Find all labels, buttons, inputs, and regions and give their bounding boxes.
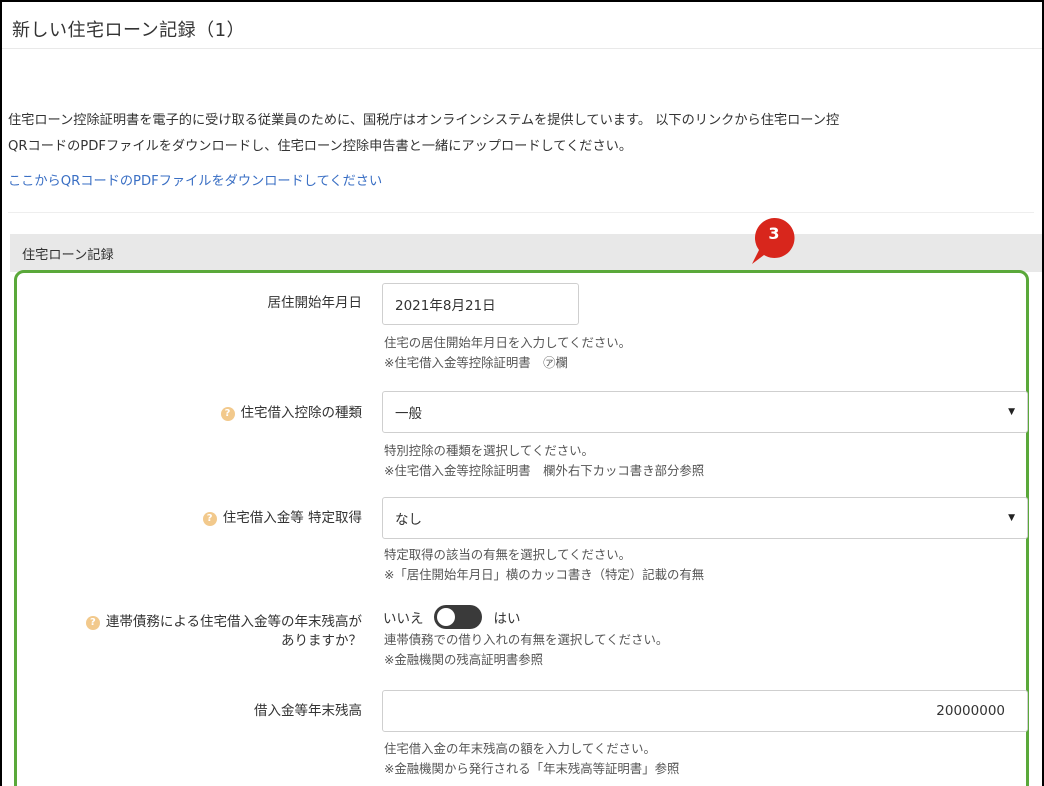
deduction-type-label: ? 住宅借入控除の種類: [220, 404, 363, 423]
move-in-date-help: 住宅の居住開始年月日を入力してください。 ※住宅借入金等控除証明書 ㋐欄: [384, 333, 631, 373]
intro-line-2: QRコードのPDFファイルをダウンロードし、住宅ローン控除申告書と一緒にアップロ…: [8, 139, 633, 154]
move-in-date-input[interactable]: 2021年8月21日: [382, 283, 579, 325]
toggle-option-yes: はい: [493, 611, 521, 627]
deduction-type-help-1: 特別控除の種類を選択してください。: [384, 443, 594, 458]
joint-debt-label-text-1: 連帯債務による住宅借入金等の年末残高が: [105, 614, 362, 630]
intro-line-1: 住宅ローン控除証明書を電子的に受け取る従業員のために、国税庁はオンラインシステム…: [8, 113, 840, 128]
caret-down-icon: ▼: [1008, 513, 1015, 523]
intro-text: 住宅ローン控除証明書を電子的に受け取る従業員のために、国税庁はオンラインシステム…: [8, 108, 1042, 160]
section-header: [10, 234, 1042, 272]
joint-debt-label-line-1: ? 連帯債務による住宅借入金等の年末残高が: [85, 613, 362, 632]
joint-debt-label-line-2: ありますか？: [281, 633, 362, 649]
question-circle-icon[interactable]: ?: [202, 512, 217, 526]
specific-acquisition-select[interactable]: なし ▼: [382, 497, 1028, 539]
intro-divider: [8, 212, 1034, 213]
specific-acquisition-help: 特定取得の該当の有無を選択してください。 ※「居住開始年月日」横のカッコ書き（特…: [384, 545, 704, 585]
move-in-date-help-2: ※住宅借入金等控除証明書 ㋐欄: [384, 355, 568, 370]
specific-acquisition-label: ? 住宅借入金等 特定取得: [202, 509, 362, 528]
step-badge-number: 3: [768, 224, 780, 243]
move-in-date-help-1: 住宅の居住開始年月日を入力してください。: [384, 335, 632, 350]
deduction-type-value: 一般: [395, 406, 422, 422]
year-end-balance-help-1: 住宅借入金の年末残高の額を入力してください。: [384, 741, 656, 756]
deduction-type-help: 特別控除の種類を選択してください。 ※住宅借入金等控除証明書 欄外右下カッコ書き…: [384, 441, 704, 481]
year-end-balance-label-text: 借入金等年末残高: [254, 703, 362, 719]
step-badge: 3: [750, 216, 804, 266]
year-end-balance-label: 借入金等年末残高: [254, 702, 362, 721]
page-title: 新しい住宅ローン記録（1）: [12, 20, 246, 41]
question-circle-icon[interactable]: ?: [220, 407, 235, 421]
joint-debt-help-1: 連帯債務での借り入れの有無を選択してください。: [384, 632, 669, 647]
specific-acquisition-help-2: ※「居住開始年月日」横のカッコ書き（特定）記載の有無: [384, 567, 705, 582]
year-end-balance-input[interactable]: 20000000: [382, 690, 1028, 732]
toggle-knob: [436, 608, 455, 626]
caret-down-icon: ▼: [1008, 407, 1015, 417]
move-in-date-value: 2021年8月21日: [395, 298, 496, 314]
specific-acquisition-value: なし: [395, 512, 422, 528]
move-in-date-label: 居住開始年月日: [268, 294, 363, 313]
year-end-balance-value: 20000000: [936, 703, 1005, 719]
year-end-balance-help: 住宅借入金の年末残高の額を入力してください。 ※金融機関から発行される「年末残高…: [384, 739, 679, 779]
joint-debt-help: 連帯債務での借り入れの有無を選択してください。 ※金融機関の残高証明書参照: [384, 630, 668, 670]
move-in-date-label-text: 居住開始年月日: [267, 295, 363, 311]
specific-acquisition-label-text: 住宅借入金等 特定取得: [222, 510, 362, 526]
joint-debt-toggle-row: いいえ はい: [383, 605, 521, 629]
toggle-option-no: いいえ: [383, 611, 424, 627]
joint-debt-toggle-switch[interactable]: [433, 605, 482, 629]
deduction-type-select[interactable]: 一般 ▼: [382, 391, 1028, 433]
joint-debt-help-2: ※金融機関の残高証明書参照: [384, 652, 544, 667]
deduction-type-label-text: 住宅借入控除の種類: [240, 405, 363, 421]
question-circle-icon[interactable]: ?: [85, 616, 100, 630]
year-end-balance-help-2: ※金融機関から発行される「年末残高等証明書」参照: [384, 761, 680, 776]
joint-debt-label: ? 連帯債務による住宅借入金等の年末残高が ありますか？: [85, 613, 362, 651]
qr-pdf-download-link[interactable]: ここからQRコードのPDFファイルをダウンロードしてください: [8, 170, 382, 189]
deduction-type-help-2: ※住宅借入金等控除証明書 欄外右下カッコ書き部分参照: [384, 463, 705, 478]
title-divider: [2, 48, 1042, 49]
section-title: 住宅ローン記録: [22, 248, 114, 263]
specific-acquisition-help-1: 特定取得の該当の有無を選択してください。: [384, 547, 632, 562]
